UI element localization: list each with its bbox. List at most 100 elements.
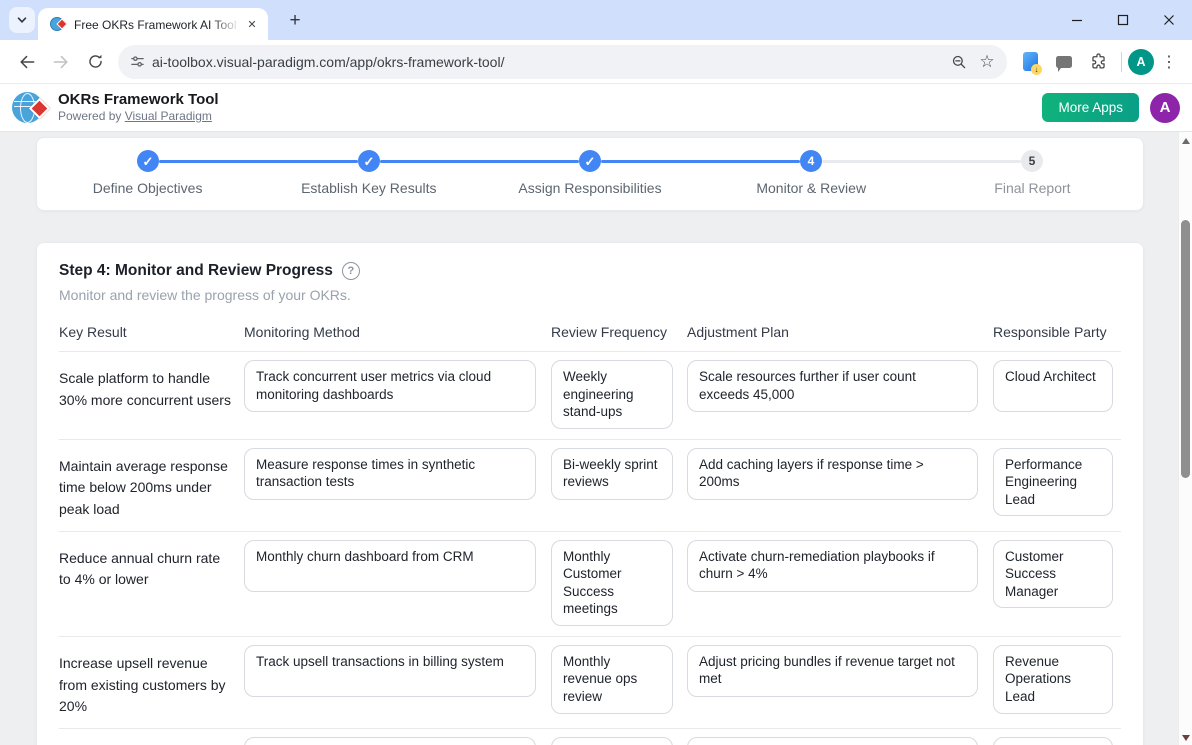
adjustment-plan-input[interactable]: Scale resources further if user count ex… — [687, 360, 978, 412]
step-circle-4[interactable]: 4 — [800, 150, 822, 172]
monitoring-method-input[interactable]: Measure response times in synthetic tran… — [244, 448, 536, 500]
step-label[interactable]: Define Objectives — [37, 180, 258, 196]
step-circle-3[interactable]: ✓ — [579, 150, 601, 172]
extension-doc-icon[interactable]: ↓ — [1013, 45, 1047, 79]
powered-by: Powered by Visual Paradigm — [58, 109, 219, 124]
step-connector — [380, 160, 579, 163]
table-body: Scale platform to handle 30% more concur… — [59, 352, 1121, 745]
scrollbar-thumb[interactable] — [1181, 220, 1190, 478]
step-label[interactable]: Establish Key Results — [258, 180, 479, 196]
toolbar-separator — [1121, 52, 1122, 72]
column-header: Monitoring Method — [244, 324, 551, 340]
scroll-up-arrow-icon[interactable] — [1182, 138, 1190, 144]
stepper-track: ✓ ✓ ✓ 4 5 — [37, 138, 1143, 172]
chevron-down-icon — [16, 14, 28, 26]
step-label[interactable]: Assign Responsibilities — [479, 180, 700, 196]
step-connector — [601, 160, 800, 163]
back-arrow-icon — [17, 52, 37, 72]
key-result-text: Complete ISO 27001 certification for all… — [59, 737, 244, 745]
review-frequency-input[interactable]: Bi-weekly sprint reviews — [551, 448, 673, 500]
responsible-party-input[interactable]: Security — [993, 737, 1113, 745]
monitoring-method-input[interactable]: Track concurrent user metrics via cloud … — [244, 360, 536, 412]
responsible-party-input[interactable]: Customer Success Manager — [993, 540, 1113, 609]
check-icon: ✓ — [143, 155, 154, 168]
more-apps-button[interactable]: More Apps — [1042, 93, 1139, 122]
responsible-party-input[interactable]: Cloud Architect — [993, 360, 1113, 412]
help-icon[interactable]: ? — [342, 262, 360, 280]
key-result-text: Maintain average response time below 200… — [59, 448, 244, 521]
step4-card: Step 4: Monitor and Review Progress ? Mo… — [36, 242, 1144, 745]
column-header: Responsible Party — [993, 324, 1123, 340]
key-result-text: Reduce annual churn rate to 4% or lower — [59, 540, 244, 591]
site-info-icon[interactable] — [122, 48, 152, 76]
reload-icon — [86, 52, 105, 71]
reload-button[interactable] — [78, 45, 112, 79]
monitoring-method-input[interactable]: Audit progress logs and certification — [244, 737, 536, 745]
table-row: Scale platform to handle 30% more concur… — [59, 352, 1121, 440]
table-header-row: Key ResultMonitoring MethodReview Freque… — [59, 324, 1121, 352]
adjustment-plan-input[interactable]: Activate churn-remediation playbooks if … — [687, 540, 978, 592]
tab-search-button[interactable] — [9, 7, 35, 33]
powered-by-prefix: Powered by — [58, 109, 125, 123]
browser-menu-icon[interactable]: ⋮ — [1154, 45, 1184, 79]
close-window-button[interactable] — [1146, 0, 1192, 40]
step-circle-1[interactable]: ✓ — [137, 150, 159, 172]
close-icon — [1163, 14, 1175, 26]
check-icon: ✓ — [364, 155, 375, 168]
browser-window: Free OKRs Framework AI Tool | V ✕ + — [0, 0, 1192, 745]
app-title: OKRs Framework Tool — [58, 91, 219, 109]
table-row: Complete ISO 27001 certification for all… — [59, 729, 1121, 745]
back-button[interactable] — [10, 45, 44, 79]
review-frequency-input[interactable]: Monthly Customer Success meetings — [551, 540, 673, 626]
stepper-card: ✓ ✓ ✓ 4 5 Define ObjectivesEstablish Key Res… — [36, 137, 1144, 211]
adjustment-plan-input[interactable]: Adjust pricing bundles if revenue target… — [687, 645, 978, 697]
adjustment-plan-input[interactable]: Address audit findings promptly — [687, 737, 978, 745]
app-title-block: OKRs Framework Tool Powered by Visual Pa… — [58, 91, 219, 124]
account-avatar[interactable]: A — [1150, 93, 1180, 123]
column-header: Adjustment Plan — [687, 324, 993, 340]
step-circle-2[interactable]: ✓ — [358, 150, 380, 172]
review-frequency-input[interactable]: Weekly engineering stand-ups — [551, 360, 673, 429]
address-bar[interactable]: ai-toolbox.visual-paradigm.com/app/okrs-… — [118, 45, 1007, 79]
column-header: Key Result — [59, 324, 244, 340]
step4-title: Step 4: Monitor and Review Progress — [59, 262, 333, 280]
minimize-icon — [1071, 14, 1083, 26]
adjustment-plan-input[interactable]: Add caching layers if response time > 20… — [687, 448, 978, 500]
tab-title-wrap: Free OKRs Framework AI Tool | V — [74, 16, 240, 32]
bookmark-star-icon[interactable]: ☆ — [973, 48, 1001, 76]
browser-titlebar: Free OKRs Framework AI Tool | V ✕ + — [0, 0, 1192, 40]
review-frequency-input[interactable]: Quarterly — [551, 737, 673, 745]
browser-tab[interactable]: Free OKRs Framework AI Tool | V ✕ — [38, 8, 268, 40]
zoom-out-icon[interactable] — [945, 48, 973, 76]
table-row: Reduce annual churn rate to 4% or lower … — [59, 532, 1121, 637]
monitoring-method-input[interactable]: Track upsell transactions in billing sys… — [244, 645, 536, 697]
visual-paradigm-link[interactable]: Visual Paradigm — [125, 109, 212, 123]
scroll-down-arrow-icon[interactable] — [1182, 735, 1190, 741]
extensions-puzzle-icon[interactable] — [1081, 45, 1115, 79]
step-circle-5[interactable]: 5 — [1021, 150, 1043, 172]
minimize-button[interactable] — [1054, 0, 1100, 40]
forward-button[interactable] — [44, 45, 78, 79]
review-frequency-input[interactable]: Monthly revenue ops review — [551, 645, 673, 714]
key-result-text: Scale platform to handle 30% more concur… — [59, 360, 244, 411]
url-text[interactable]: ai-toolbox.visual-paradigm.com/app/okrs-… — [152, 54, 945, 70]
maximize-button[interactable] — [1100, 0, 1146, 40]
responsible-party-input[interactable]: Revenue Operations Lead — [993, 645, 1113, 714]
key-result-text: Increase upsell revenue from existing cu… — [59, 645, 244, 718]
browser-profile-avatar[interactable]: A — [1128, 49, 1154, 75]
tab-close-icon[interactable]: ✕ — [244, 16, 260, 32]
step4-subtitle: Monitor and review the progress of your … — [59, 287, 1121, 303]
check-icon: ✓ — [585, 155, 596, 168]
table-row: Maintain average response time below 200… — [59, 440, 1121, 532]
visual-paradigm-favicon — [50, 16, 66, 32]
maximize-icon — [1117, 14, 1129, 26]
responsible-party-input[interactable]: Performance Engineering Lead — [993, 448, 1113, 517]
new-tab-button[interactable]: + — [284, 10, 306, 32]
page-scrollbar[interactable] — [1178, 132, 1192, 745]
window-controls — [1054, 0, 1192, 40]
step-label[interactable]: Final Report — [922, 180, 1143, 196]
browser-toolbar: ai-toolbox.visual-paradigm.com/app/okrs-… — [0, 40, 1192, 84]
step-label[interactable]: Monitor & Review — [701, 180, 922, 196]
monitoring-method-input[interactable]: Monthly churn dashboard from CRM — [244, 540, 536, 592]
comment-bubble-icon[interactable] — [1047, 45, 1081, 79]
